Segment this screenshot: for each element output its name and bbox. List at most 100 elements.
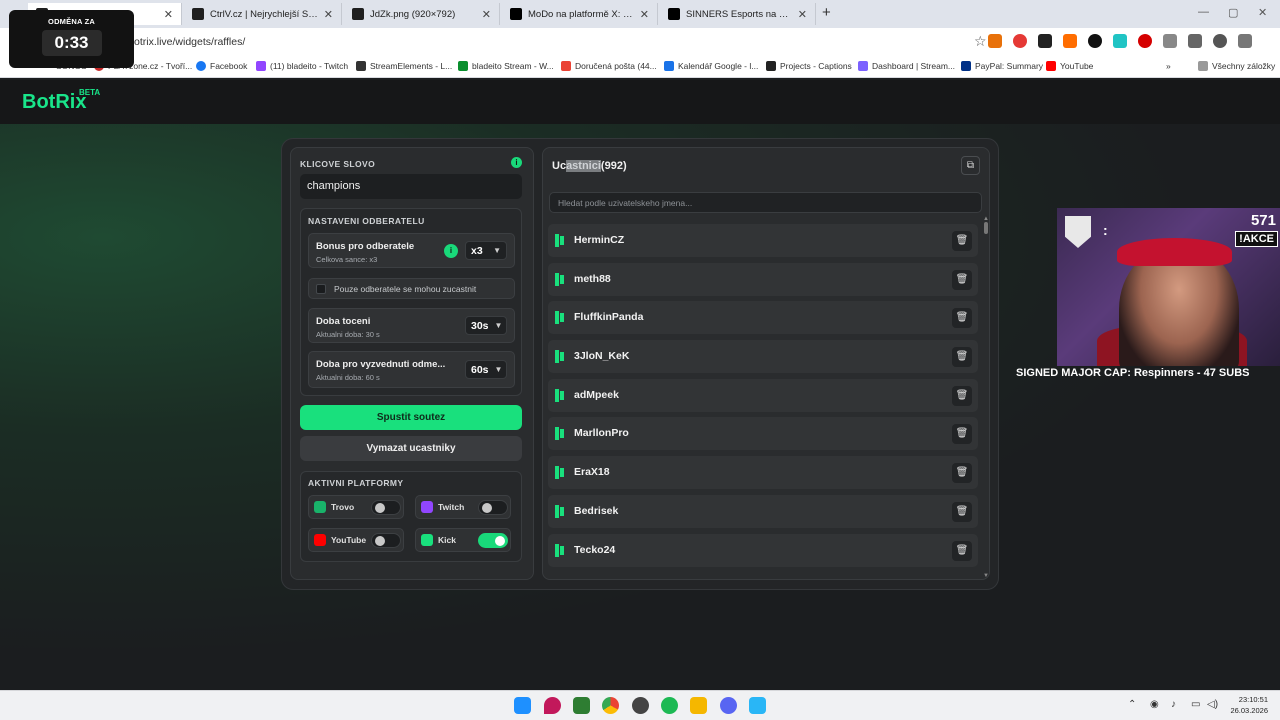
extension-icon[interactable]: [1038, 34, 1052, 48]
clear-participants-button[interactable]: Vymazat ucastniky: [300, 436, 522, 461]
trash-icon[interactable]: 🗑: [952, 308, 972, 329]
participant-name: EraX18: [574, 466, 610, 479]
xbox-icon[interactable]: [573, 697, 590, 714]
trovo-toggle[interactable]: [371, 500, 401, 515]
participant-name: adMpeek: [574, 388, 619, 401]
list-item[interactable]: Tecko24 🗑: [548, 533, 978, 567]
bookmark-star-icon[interactable]: ☆: [974, 33, 987, 50]
obs-icon[interactable]: [632, 697, 649, 714]
list-item[interactable]: 3JloN_KeK 🗑: [548, 340, 978, 374]
trash-icon[interactable]: 🗑: [952, 385, 972, 406]
botrix-logo[interactable]: BotRix: [22, 91, 86, 114]
bookmark-item[interactable]: Facebook: [196, 61, 247, 71]
scroll-down-icon[interactable]: ▼: [983, 573, 989, 579]
list-item[interactable]: adMpeek 🗑: [548, 378, 978, 412]
team-logo: [1065, 216, 1091, 248]
new-tab-button[interactable]: +: [822, 4, 831, 21]
extension-icon[interactable]: [988, 34, 1002, 48]
trash-icon[interactable]: 🗑: [952, 463, 972, 484]
akce-badge: !AKCE: [1235, 231, 1278, 247]
list-item[interactable]: meth88 🗑: [548, 262, 978, 296]
media-icon[interactable]: [1188, 34, 1202, 48]
windows-start-icon[interactable]: [514, 697, 531, 714]
participant-search-input[interactable]: Hledat podle uzivatelskeho jmena...: [549, 192, 982, 213]
system-clock[interactable]: 23:10:51 26.03.2026: [1230, 694, 1268, 716]
tray-chevron-icon[interactable]: ⌃: [1128, 699, 1136, 710]
bookmark-item[interactable]: PayPal: Summary: [961, 61, 1043, 71]
ctrlv-favicon-icon: [192, 8, 204, 20]
twitch-toggle[interactable]: [478, 500, 508, 515]
trash-icon[interactable]: 🗑: [952, 231, 972, 251]
trash-icon[interactable]: 🗑: [952, 424, 972, 445]
bookmark-item[interactable]: bladeito Stream - W...: [458, 61, 554, 71]
tab-ctrlv[interactable]: CtrlV.cz | Nejrychlejší ScreenSho ✕: [184, 3, 342, 25]
extensions-puzzle-icon[interactable]: [1163, 34, 1177, 48]
network-icon[interactable]: ▭: [1191, 699, 1200, 710]
tab-close-icon[interactable]: ✕: [482, 8, 491, 21]
start-raffle-button[interactable]: Spustit soutez: [300, 405, 522, 430]
list-item[interactable]: MarllonPro 🗑: [548, 417, 978, 451]
tab-close-icon[interactable]: ✕: [798, 8, 807, 21]
bookmark-item[interactable]: StreamElements - L...: [356, 61, 452, 71]
platforms-label: AKTIVNI PLATFORMY: [308, 478, 404, 488]
list-item[interactable]: EraX18 🗑: [548, 456, 978, 490]
spin-duration-select[interactable]: 30s ▼: [465, 316, 507, 335]
url-field[interactable]: otrix.live/widgets/raffles/: [134, 36, 245, 48]
subscribers-only-checkbox[interactable]: [316, 284, 326, 294]
extension-icon[interactable]: [1138, 34, 1152, 48]
tab-close-icon[interactable]: ✕: [164, 8, 173, 21]
stream-ticker: SIGNED MAJOR CAP: Respinners - 47 SUBS: [1016, 367, 1250, 379]
bookmarks-more-button[interactable]: »: [1166, 61, 1171, 71]
streamer-cap: [1117, 238, 1232, 266]
photos-icon[interactable]: [749, 697, 766, 714]
all-bookmarks-folder[interactable]: Všechny záložky: [1198, 61, 1275, 71]
bonus-multiplier-select[interactable]: x3 ▼: [465, 241, 507, 260]
bonus-info-icon[interactable]: i: [444, 244, 458, 258]
scrollbar-thumb[interactable]: [984, 222, 988, 234]
keyword-input[interactable]: champions: [300, 174, 522, 199]
tab-x-sinners[interactable]: SINNERS Esports na platformě ✕: [660, 3, 816, 25]
tab-close-icon[interactable]: ✕: [640, 8, 649, 21]
copy-icon[interactable]: ⧉: [961, 156, 980, 175]
list-item[interactable]: HerminCZ 🗑: [548, 224, 978, 257]
steam-icon[interactable]: ◉: [1150, 699, 1159, 710]
menu-icon[interactable]: [1238, 34, 1252, 48]
list-item[interactable]: Bedrisek 🗑: [548, 494, 978, 528]
extension-icon[interactable]: [1063, 34, 1077, 48]
trash-icon[interactable]: 🗑: [952, 540, 972, 561]
minimize-icon[interactable]: —: [1198, 6, 1209, 18]
profile-avatar[interactable]: [1213, 34, 1227, 48]
participant-name: 3JloN_KeK: [574, 350, 630, 363]
tab-image[interactable]: JdZk.png (920×792) ✕: [344, 3, 500, 25]
chrome-icon[interactable]: [602, 697, 619, 714]
keyword-info-icon[interactable]: i: [511, 157, 522, 168]
trash-icon[interactable]: 🗑: [952, 501, 972, 522]
extension-icon[interactable]: [1088, 34, 1102, 48]
extension-icon[interactable]: [1113, 34, 1127, 48]
platform-trovo: Trovo: [308, 495, 404, 519]
app-icon[interactable]: [544, 697, 561, 714]
claim-duration-select[interactable]: 60s ▼: [465, 360, 507, 379]
discord-icon[interactable]: [720, 697, 737, 714]
app-icon[interactable]: [690, 697, 707, 714]
bookmark-item[interactable]: Dashboard | Stream...: [858, 61, 955, 71]
bookmark-item[interactable]: Kalendář Google - l...: [664, 61, 758, 71]
tab-x-modo[interactable]: MoDo na platformě X: „2-1 aga ✕: [502, 3, 658, 25]
bookmark-item[interactable]: Doručená pošta (44...: [561, 61, 657, 71]
trash-icon[interactable]: 🗑: [952, 347, 972, 368]
bookmark-item[interactable]: YouTube: [1046, 61, 1093, 71]
volume-icon[interactable]: ◁): [1207, 699, 1218, 710]
maximize-icon[interactable]: ▢: [1228, 6, 1238, 19]
tab-close-icon[interactable]: ✕: [324, 8, 333, 21]
extension-icon[interactable]: [1013, 34, 1027, 48]
kick-toggle[interactable]: [478, 533, 508, 548]
bookmark-item[interactable]: (11) bladeito - Twitch: [256, 61, 348, 71]
window-close-icon[interactable]: ✕: [1258, 6, 1267, 19]
bookmark-item[interactable]: Projects - Captions: [766, 61, 852, 71]
scroll-up-icon[interactable]: ▲: [983, 216, 989, 222]
microphone-icon[interactable]: ♪: [1171, 699, 1176, 710]
trash-icon[interactable]: 🗑: [952, 269, 972, 290]
spotify-icon[interactable]: [661, 697, 678, 714]
youtube-toggle[interactable]: [371, 533, 401, 548]
list-item[interactable]: FluffkinPanda 🗑: [548, 301, 978, 335]
